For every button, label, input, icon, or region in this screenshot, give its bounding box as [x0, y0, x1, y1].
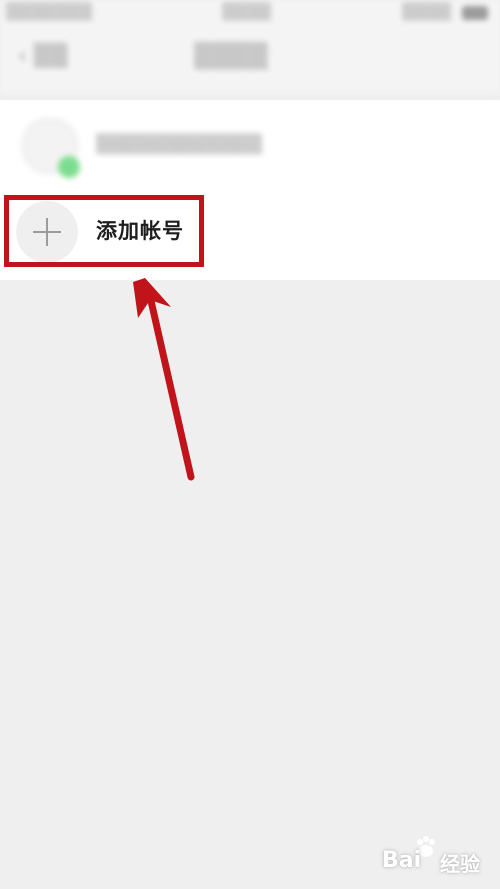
- add-account-label[interactable]: 添加帐号: [96, 215, 184, 245]
- status-icons-blur: ▒▒▒▒: [402, 2, 452, 21]
- screen: ▒▒▒▒▒▒▒ ▒▒▒▒ ▒▒▒▒ ‹ ▒▒ ▒▒▒▒ ▒▒▒▒▒▒▒▒▒▒▒▒…: [0, 0, 500, 889]
- time-blur: ▒▒▒▒: [222, 2, 272, 21]
- add-account-avatar[interactable]: [16, 201, 78, 263]
- account-list: ▒▒▒▒▒▒▒▒▒▒▒▒ 添加帐号: [0, 100, 500, 280]
- existing-account-row[interactable]: ▒▒▒▒▒▒▒▒▒▒▒▒: [0, 118, 500, 182]
- plus-icon-vertical: [46, 218, 48, 246]
- account-name-blur: ▒▒▒▒▒▒▒▒▒▒▒▒: [96, 134, 263, 155]
- status-bar: ▒▒▒▒▒▒▒ ▒▒▒▒ ▒▒▒▒: [0, 0, 500, 30]
- baidu-brand-cn-text: 经验: [440, 852, 480, 876]
- battery-icon: [462, 6, 488, 20]
- baidu-brand-text: Bai: [382, 848, 422, 873]
- navigation-bar: ‹ ▒▒ ▒▒▒▒: [0, 30, 500, 92]
- baidu-watermark: Bai 经验: [382, 834, 492, 879]
- back-button[interactable]: ‹ ▒▒: [18, 44, 68, 69]
- online-status-icon: [58, 156, 80, 178]
- carrier-blur: ▒▒▒▒▒▒▒: [6, 2, 93, 21]
- add-account-row[interactable]: 添加帐号: [0, 197, 500, 267]
- page-title: ▒▒▒▒: [194, 42, 268, 70]
